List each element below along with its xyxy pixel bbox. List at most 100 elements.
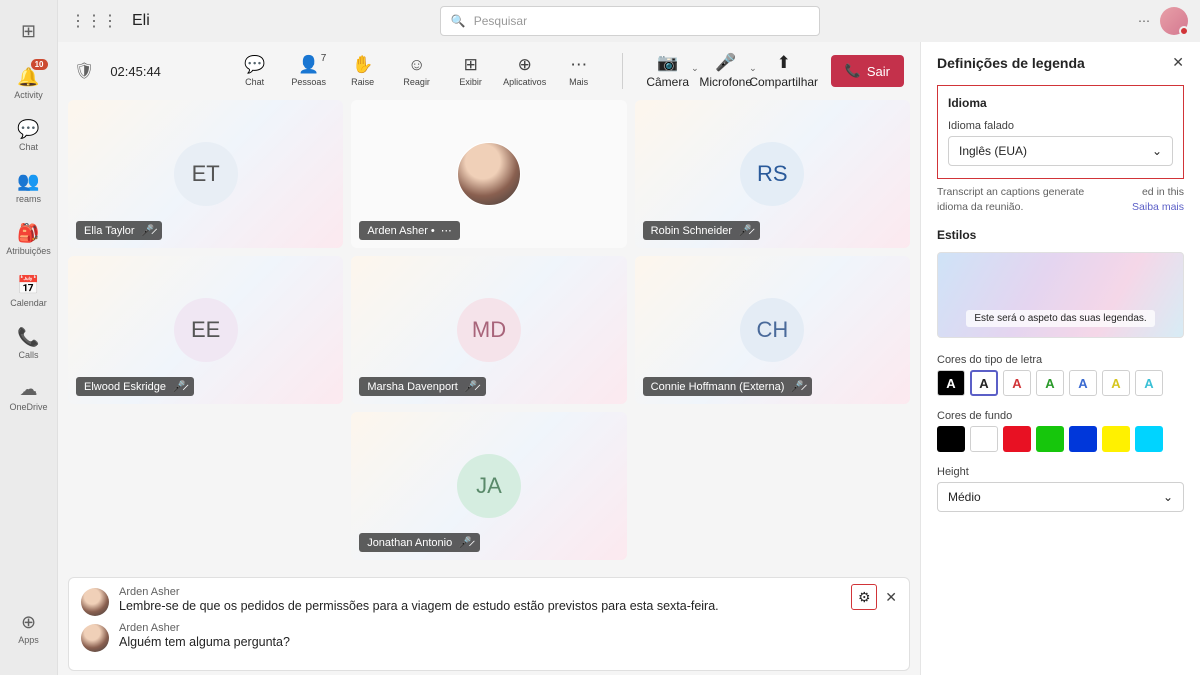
bg-color-swatch[interactable] xyxy=(1069,426,1097,452)
participant-name-label: Connie Hoffmann (Externa)🎤̷ xyxy=(643,377,812,396)
participant-tile[interactable]: JA Jonathan Antonio🎤̷ xyxy=(351,412,627,560)
presence-dot xyxy=(1179,26,1189,36)
rail-onedrive[interactable]: ☁ OneDrive xyxy=(4,370,54,420)
chat-icon: 💬 xyxy=(244,55,265,75)
bg-color-swatch[interactable] xyxy=(970,426,998,452)
caption-message: Lembre-se de que os pedidos de permissõe… xyxy=(119,599,897,613)
rail-calendar[interactable]: 📅 Calendar xyxy=(4,266,54,316)
participant-tile[interactable]: ET Ella Taylor🎤̷ xyxy=(68,100,343,248)
chevron-down-icon: ⌄ xyxy=(1163,490,1173,504)
bg-color-swatch[interactable] xyxy=(1102,426,1130,452)
apps-button[interactable]: ⊕Aplicativos xyxy=(498,47,552,95)
leave-button[interactable]: 📞Sair xyxy=(831,55,904,87)
grid-icon: ⊞ xyxy=(464,55,478,75)
phone-down-icon: 📞 xyxy=(845,63,861,79)
share-button[interactable]: ⬆Compartilhar xyxy=(755,47,813,95)
camera-button[interactable]: 📷⌄Câmera xyxy=(639,47,697,95)
mic-icon: 🎤 xyxy=(715,53,736,73)
rail-calls[interactable]: 📞 Calls xyxy=(4,318,54,368)
grid-icon[interactable]: ⋮⋮⋮ xyxy=(70,11,118,31)
mic-button[interactable]: 🎤⌄Microfone xyxy=(697,47,755,95)
participant-name-label: Marsha Davenport🎤̷ xyxy=(359,377,485,396)
rail-teams[interactable]: 👥 reams xyxy=(4,162,54,212)
participant-initials: RS xyxy=(740,142,804,206)
mic-muted-icon: 🎤̷ xyxy=(458,536,472,549)
people-button[interactable]: 👤7Pessoas xyxy=(282,47,336,95)
panel-close-button[interactable]: ✕ xyxy=(1172,54,1184,71)
emoji-icon: ☺ xyxy=(408,55,425,75)
more-button[interactable]: ⋯Mais xyxy=(552,47,606,95)
font-color-swatch[interactable]: A xyxy=(1003,370,1031,396)
more-icon[interactable]: ⋯ xyxy=(1138,14,1150,28)
people-icon: 👤7 xyxy=(298,55,319,75)
share-icon: ⬆ xyxy=(777,53,791,73)
bg-color-swatch[interactable] xyxy=(1135,426,1163,452)
caption-speaker: Arden Asher xyxy=(119,622,897,634)
waffle-menu[interactable]: ⊞ xyxy=(4,6,54,56)
language-section: Idioma Idioma falado Inglês (EUA) ⌄ xyxy=(937,85,1184,179)
font-color-swatch[interactable]: A xyxy=(937,370,965,396)
calendar-icon: 📅 xyxy=(17,275,39,296)
font-color-swatch[interactable]: A xyxy=(1069,370,1097,396)
plus-icon: ⊕ xyxy=(21,612,36,633)
activity-badge: 10 xyxy=(31,59,48,70)
participant-tile[interactable]: MDMarsha Davenport🎤̷ xyxy=(351,256,626,404)
participant-initials: ET xyxy=(174,142,238,206)
height-select[interactable]: Médio ⌄ xyxy=(937,482,1184,512)
panel-title: Definições de legenda xyxy=(937,55,1085,71)
mic-muted-icon: 🎤̷ xyxy=(141,224,155,237)
more-icon: ⋯ xyxy=(441,224,452,237)
meeting-timer: 02:45:44 xyxy=(110,64,161,79)
search-icon: 🔍 xyxy=(451,14,466,28)
participant-initials: JA xyxy=(457,454,521,518)
mic-muted-icon: 🎤̷ xyxy=(790,380,804,393)
captions-settings-button[interactable]: ⚙ xyxy=(851,584,877,610)
participant-name-label: Ella Taylor🎤̷ xyxy=(76,221,162,240)
participant-name-label: Elwood Eskridge🎤̷ xyxy=(76,377,194,396)
rail-chat[interactable]: 💬 Chat xyxy=(4,110,54,160)
participant-name-label: Jonathan Antonio🎤̷ xyxy=(359,533,480,552)
participant-photo xyxy=(457,142,521,206)
participant-tile[interactable]: CHConnie Hoffmann (Externa)🎤̷ xyxy=(635,256,910,404)
caption-speaker: Arden Asher xyxy=(119,586,897,598)
chat-button[interactable]: 💬Chat xyxy=(228,47,282,95)
rail-apps[interactable]: ⊕ Apps xyxy=(4,603,54,653)
chat-icon: 💬 xyxy=(17,119,39,140)
participant-tile[interactable]: EEElwood Eskridge🎤̷ xyxy=(68,256,343,404)
raise-button[interactable]: ✋Raise xyxy=(336,47,390,95)
react-button[interactable]: ☺Reagir xyxy=(390,47,444,95)
app-title: Eli xyxy=(132,12,150,30)
font-color-swatch[interactable]: A xyxy=(970,370,998,396)
caption-avatar xyxy=(81,624,109,652)
rail-assignments[interactable]: 🎒 Atribuições xyxy=(4,214,54,264)
user-avatar[interactable] xyxy=(1160,7,1188,35)
search-input[interactable]: 🔍 Pesquisar xyxy=(440,6,820,36)
shield-icon[interactable]: 🛡 xyxy=(74,61,94,81)
rail-activity[interactable]: 10 🔔 Activity xyxy=(4,58,54,108)
caption-row: Arden AsherAlguém tem alguma pergunta? xyxy=(81,622,897,652)
bg-color-swatch[interactable] xyxy=(937,426,965,452)
settings-panel: Definições de legenda ✕ Idioma Idioma fa… xyxy=(920,42,1200,675)
participant-tile[interactable]: Arden Asher •⋯ xyxy=(351,100,626,248)
learn-more-link[interactable]: Saiba mais xyxy=(1132,200,1184,215)
font-color-swatch[interactable]: A xyxy=(1036,370,1064,396)
hand-icon: ✋ xyxy=(352,55,373,75)
participant-tile[interactable]: RS Robin Schneider🎤̷ xyxy=(635,100,910,248)
camera-off-icon: 📷 xyxy=(657,53,678,73)
mic-muted-icon: 🎤̷ xyxy=(738,224,752,237)
gear-icon: ⚙ xyxy=(858,589,871,606)
spoken-language-select[interactable]: Inglês (EUA) ⌄ xyxy=(948,136,1173,166)
participant-name-label: Robin Schneider🎤̷ xyxy=(643,221,760,240)
chevron-down-icon: ⌄ xyxy=(1152,144,1162,158)
caption-message: Alguém tem alguma pergunta? xyxy=(119,635,897,649)
captions-close-button[interactable]: ✕ xyxy=(881,585,901,610)
font-color-swatch[interactable]: A xyxy=(1135,370,1163,396)
bg-color-swatch[interactable] xyxy=(1003,426,1031,452)
more-icon: ⋯ xyxy=(570,55,587,75)
topbar: ⋮⋮⋮ Eli 🔍 Pesquisar ⋯ xyxy=(58,0,1200,42)
font-color-swatch[interactable]: A xyxy=(1102,370,1130,396)
meeting-toolbar: 🛡 02:45:44 💬Chat 👤7Pessoas ✋Raise ☺Reagi… xyxy=(58,42,920,100)
bg-color-swatch[interactable] xyxy=(1036,426,1064,452)
view-button[interactable]: ⊞Exibir xyxy=(444,47,498,95)
assignments-icon: 🎒 xyxy=(17,223,39,244)
